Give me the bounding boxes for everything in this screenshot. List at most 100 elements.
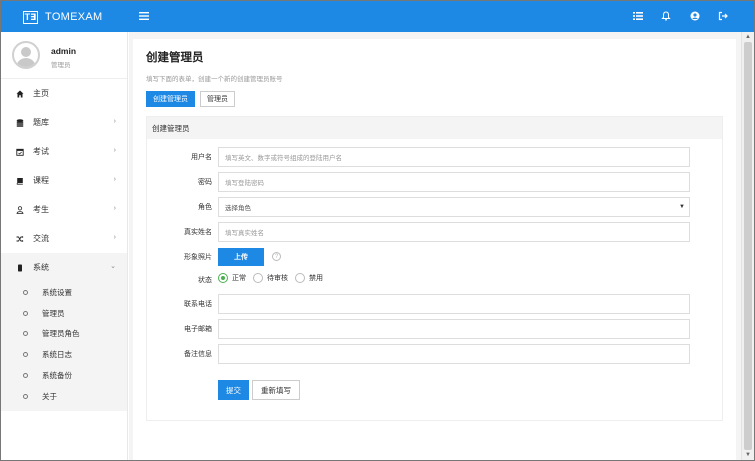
- circle-icon: [23, 331, 28, 337]
- sidebar-item-exam[interactable]: 考试 ›: [1, 137, 127, 166]
- vertical-scrollbar[interactable]: ▲ ▼: [741, 32, 754, 460]
- sidebar-item-label: 主页: [33, 89, 49, 98]
- phone-label: 联系电话: [184, 301, 212, 308]
- username-label: 用户名: [191, 154, 212, 161]
- upload-button[interactable]: 上传: [218, 248, 264, 266]
- sidebar-item-label: 课程: [33, 176, 49, 185]
- submenu-item-admin-roles[interactable]: 管理员角色: [1, 324, 127, 345]
- profile-role: 管理员: [51, 62, 71, 69]
- sidebar: admin 管理员 主页 题库 › 考试 › 课程 › 考生 › 交流 › 系统…: [1, 32, 128, 460]
- realname-label: 真实姓名: [184, 229, 212, 236]
- app-name: TOMEXAM: [45, 11, 103, 23]
- note-row: 备注信息: [147, 344, 724, 364]
- status-radio-pending[interactable]: 待审核: [253, 273, 288, 283]
- password-row: 密码 填写登陆密码: [147, 172, 724, 192]
- bell-icon[interactable]: [660, 10, 672, 22]
- submenu-label: 系统设置: [42, 287, 72, 297]
- chevron-right-icon: ›: [113, 118, 116, 125]
- user-profile: admin 管理员: [1, 32, 127, 79]
- scroll-up-icon[interactable]: ▲: [745, 34, 751, 40]
- page-title: 创建管理员: [146, 52, 204, 64]
- note-field[interactable]: [218, 344, 690, 364]
- profile-name: admin: [51, 46, 77, 56]
- submenu-item-about[interactable]: 关于: [1, 386, 127, 407]
- circle-icon: [23, 352, 28, 358]
- password-label: 密码: [198, 179, 212, 186]
- tab-create-admin[interactable]: 创建管理员: [146, 91, 195, 107]
- radio-label: 正常: [232, 275, 246, 282]
- status-radio-group: 正常 待审核 禁用: [218, 273, 330, 283]
- submenu-item-system-backup[interactable]: 系统备份: [1, 365, 127, 386]
- home-icon: [15, 89, 24, 98]
- logout-icon[interactable]: [717, 10, 729, 22]
- password-field[interactable]: 填写登陆密码: [218, 172, 690, 192]
- caret-down-icon: ▼: [679, 204, 685, 210]
- logo-icon: T∃: [23, 10, 38, 24]
- tab-admins[interactable]: 管理员: [200, 91, 235, 107]
- sidebar-item-label: 系统: [33, 263, 49, 272]
- sidebar-item-home[interactable]: 主页: [1, 79, 127, 108]
- status-radio-normal[interactable]: 正常: [218, 273, 246, 283]
- main-content: 创建管理员 填写下面的表单，创建一个新的创建管理员账号 创建管理员 管理员 创建…: [129, 32, 741, 460]
- phone-row: 联系电话: [147, 294, 724, 314]
- book-icon: [15, 176, 24, 185]
- status-radio-disabled[interactable]: 禁用: [295, 273, 323, 283]
- sidebar-item-label: 交流: [33, 234, 49, 243]
- menu-icon[interactable]: [138, 10, 150, 22]
- scroll-down-icon[interactable]: ▼: [745, 452, 751, 458]
- status-row: 状态 正常 待审核 禁用: [147, 270, 724, 290]
- database-icon: [15, 118, 24, 127]
- sidebar-item-question-bank[interactable]: 题库 ›: [1, 108, 127, 137]
- submenu-label: 系统备份: [42, 371, 72, 381]
- person-icon: [15, 205, 24, 214]
- sidebar-item-label: 题库: [33, 118, 49, 127]
- sidebar-item-course[interactable]: 课程 ›: [1, 166, 127, 195]
- user-icon[interactable]: [689, 10, 701, 22]
- sidebar-item-exchange[interactable]: 交流 ›: [1, 224, 127, 253]
- chevron-right-icon: ›: [113, 205, 116, 212]
- sidebar-item-system[interactable]: 系统 ⌄: [1, 253, 127, 282]
- submenu-label: 管理员角色: [42, 329, 80, 339]
- submenu-label: 系统日志: [42, 350, 72, 360]
- phone-icon: [15, 263, 24, 272]
- username-field[interactable]: 填写英文、数字或符号组成的登陆用户名: [218, 147, 690, 167]
- system-submenu: 系统设置 管理员 管理员角色 系统日志 系统备份 关于: [1, 282, 127, 411]
- note-label: 备注信息: [184, 351, 212, 358]
- username-row: 用户名 填写英文、数字或符号组成的登陆用户名: [147, 147, 724, 167]
- calendar-icon: [15, 147, 24, 156]
- sidebar-item-students[interactable]: 考生 ›: [1, 195, 127, 224]
- email-field[interactable]: [218, 319, 690, 339]
- app-window: T∃ TOMEXAM admin 管理员 主页 题库 › 考试 › 课程 › 考…: [0, 0, 755, 461]
- realname-row: 真实姓名 填写真实姓名: [147, 222, 724, 242]
- circle-icon: [23, 373, 28, 379]
- email-row: 电子邮箱: [147, 319, 724, 339]
- top-bar: T∃ TOMEXAM: [1, 1, 754, 32]
- chevron-right-icon: ›: [113, 234, 116, 241]
- role-select[interactable]: 选择角色 ▼: [218, 197, 690, 217]
- submenu-label: 关于: [42, 391, 57, 401]
- realname-field[interactable]: 填写真实姓名: [218, 222, 690, 242]
- scrollbar-thumb[interactable]: [744, 42, 752, 450]
- phone-field[interactable]: [218, 294, 690, 314]
- submenu-item-admins[interactable]: 管理员: [1, 303, 127, 324]
- avatar: [12, 41, 40, 69]
- brand[interactable]: T∃ TOMEXAM: [23, 10, 103, 24]
- content-panel: 创建管理员 填写下面的表单，创建一个新的创建管理员账号 创建管理员 管理员 创建…: [133, 39, 736, 460]
- radio-label: 待审核: [267, 275, 288, 282]
- card-title: 创建管理员: [147, 117, 722, 139]
- shuffle-icon: [15, 234, 24, 243]
- submenu-item-system-settings[interactable]: 系统设置: [1, 282, 127, 303]
- list-icon[interactable]: [632, 10, 644, 22]
- photo-row: 形象照片 上传 ?: [147, 247, 724, 267]
- submenu-item-system-log[interactable]: 系统日志: [1, 344, 127, 365]
- form-card: 创建管理员 用户名 填写英文、数字或符号组成的登陆用户名 密码 填写登陆密码 角…: [146, 116, 723, 421]
- role-label: 角色: [198, 204, 212, 211]
- page-description: 填写下面的表单，创建一个新的创建管理员账号: [146, 76, 283, 83]
- help-icon[interactable]: ?: [272, 252, 281, 261]
- role-select-value: 选择角色: [225, 205, 251, 212]
- reset-button[interactable]: 重新填写: [252, 380, 300, 400]
- photo-label: 形象照片: [184, 254, 212, 261]
- circle-icon: [23, 393, 28, 399]
- submit-button[interactable]: 提交: [218, 380, 249, 400]
- role-row: 角色 选择角色 ▼: [147, 197, 724, 217]
